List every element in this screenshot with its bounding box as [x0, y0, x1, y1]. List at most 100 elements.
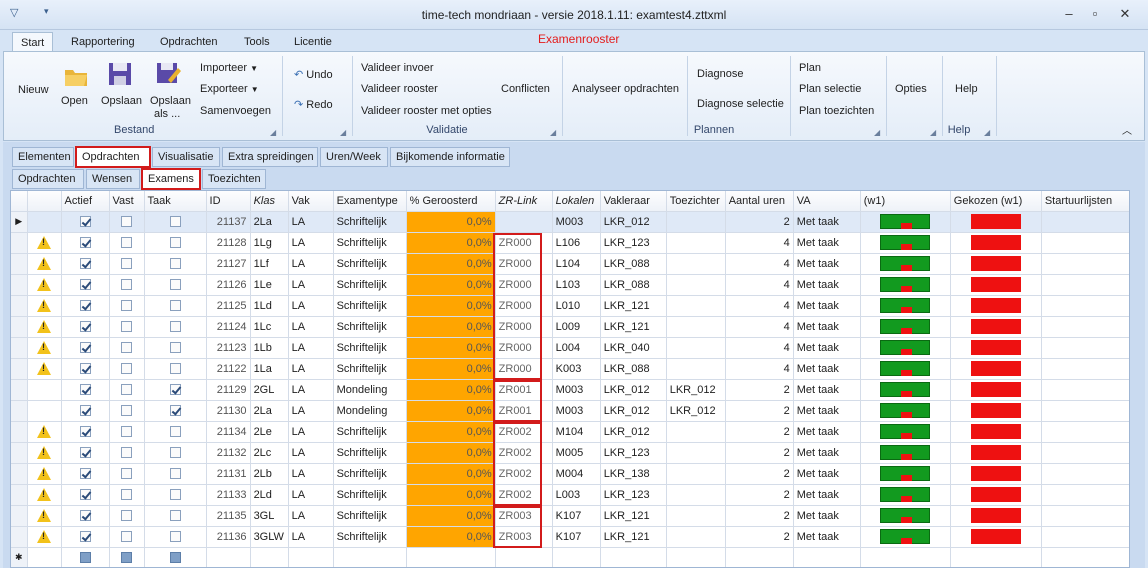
aantal-uren-cell[interactable]: 2	[725, 484, 794, 506]
startuurlijsten-cell[interactable]	[1041, 484, 1129, 506]
toezichter-cell[interactable]	[666, 253, 726, 275]
toezichter-cell[interactable]	[666, 421, 726, 443]
table-row[interactable]: 211271LfLASchriftelijk0,0%ZR000L104LKR_0…	[11, 253, 1129, 275]
gekozen-w1-cell[interactable]	[950, 316, 1042, 338]
vak-cell[interactable]: LA	[288, 505, 334, 527]
examentype-cell[interactable]: Schriftelijk	[333, 463, 407, 485]
klas-cell[interactable]: 2La	[250, 211, 289, 233]
tab-tools[interactable]: Tools	[236, 32, 278, 53]
vast-cell[interactable]	[109, 274, 145, 296]
klas-cell[interactable]: 1Ld	[250, 295, 289, 317]
taak-cell[interactable]	[144, 484, 207, 506]
vast-checkbox[interactable]	[121, 384, 133, 396]
actief-checkbox[interactable]	[79, 300, 91, 312]
startuurlijsten-cell[interactable]	[1041, 232, 1129, 254]
vast-checkbox[interactable]	[121, 363, 133, 375]
actief-cell[interactable]	[61, 484, 110, 506]
save-disk-icon[interactable]	[106, 60, 134, 88]
actief-cell[interactable]	[61, 337, 110, 359]
toezichter-cell[interactable]	[666, 274, 726, 296]
vakleraar-cell[interactable]: LKR_121	[600, 316, 667, 338]
taak-checkbox[interactable]	[169, 447, 181, 459]
taak-cell[interactable]	[144, 400, 207, 422]
actief-checkbox[interactable]	[79, 321, 91, 333]
vast-checkbox[interactable]	[121, 237, 133, 249]
examentype-cell[interactable]: Schriftelijk	[333, 316, 407, 338]
importeer-dropdown[interactable]: Importeer ▼	[200, 62, 258, 74]
row-indicator[interactable]	[11, 463, 28, 485]
gekozen-w1-cell[interactable]	[950, 442, 1042, 464]
gekozen-w1-cell[interactable]	[950, 421, 1042, 443]
toezichter-cell[interactable]	[666, 505, 726, 527]
w1-cell[interactable]	[860, 253, 951, 275]
id-cell[interactable]: 21130	[206, 400, 251, 422]
aantal-uren-cell[interactable]: 2	[725, 505, 794, 527]
vast-checkbox[interactable]	[121, 216, 133, 228]
taak-checkbox[interactable]	[169, 510, 181, 522]
lokalen-cell[interactable]: L106	[552, 232, 601, 254]
va-cell[interactable]: Met taak	[793, 442, 861, 464]
col-header-id[interactable]: ID	[206, 191, 251, 212]
taak-cell[interactable]	[144, 211, 207, 233]
actief-cell[interactable]	[61, 505, 110, 527]
taak-checkbox[interactable]	[169, 426, 181, 438]
klas-cell[interactable]: 1Lf	[250, 253, 289, 275]
geroosterd-cell[interactable]: 0,0%	[406, 505, 496, 527]
table-row[interactable]: 211353GLLASchriftelijk0,0%ZR003K107LKR_1…	[11, 505, 1129, 527]
taak-cell[interactable]	[144, 421, 207, 443]
aantal-uren-cell[interactable]: 4	[725, 358, 794, 380]
id-cell[interactable]: 21124	[206, 316, 251, 338]
taak-cell[interactable]	[144, 526, 207, 548]
taak-cell[interactable]	[144, 442, 207, 464]
vast-cell[interactable]	[109, 526, 145, 548]
aantal-uren-cell[interactable]: 4	[725, 337, 794, 359]
empty-cell[interactable]	[860, 547, 951, 567]
examentype-cell[interactable]: Schriftelijk	[333, 526, 407, 548]
startuurlijsten-cell[interactable]	[1041, 379, 1129, 401]
vak-cell[interactable]: LA	[288, 211, 334, 233]
samenvoegen-button[interactable]: Samenvoegen	[200, 105, 271, 117]
klas-cell[interactable]: 1Le	[250, 274, 289, 296]
gekozen-w1-cell[interactable]	[950, 526, 1042, 548]
vast-cell[interactable]	[109, 421, 145, 443]
actief-checkbox[interactable]	[79, 468, 91, 480]
vast-cell[interactable]	[109, 211, 145, 233]
w1-cell[interactable]	[860, 400, 951, 422]
vakleraar-cell[interactable]: LKR_123	[600, 484, 667, 506]
open-button[interactable]: Open	[61, 95, 88, 107]
col-header-gekozen-w1[interactable]: Gekozen (w1)	[950, 191, 1042, 212]
vak-cell[interactable]: LA	[288, 232, 334, 254]
gekozen-w1-cell[interactable]	[950, 295, 1042, 317]
w1-cell[interactable]	[860, 358, 951, 380]
examentype-cell[interactable]: Schriftelijk	[333, 232, 407, 254]
vak-cell[interactable]: LA	[288, 274, 334, 296]
aantal-uren-cell[interactable]: 2	[725, 442, 794, 464]
col-header-aantal-uren[interactable]: Aantal uren	[725, 191, 794, 212]
w1-cell[interactable]	[860, 505, 951, 527]
taak-checkbox[interactable]	[169, 237, 181, 249]
taak-cell[interactable]	[144, 274, 207, 296]
vast-cell[interactable]	[109, 400, 145, 422]
actief-checkbox[interactable]	[79, 258, 91, 270]
col-header-vakleraar[interactable]: Vakleraar	[600, 191, 667, 212]
actief-cell[interactable]	[61, 526, 110, 548]
diagnose-button[interactable]: Diagnose	[697, 68, 743, 80]
table-row[interactable]: 211363GLWLASchriftelijk0,0%ZR003K107LKR_…	[11, 526, 1129, 548]
id-cell[interactable]: 21133	[206, 484, 251, 506]
startuurlijsten-cell[interactable]	[1041, 421, 1129, 443]
examentype-cell[interactable]: Schriftelijk	[333, 253, 407, 275]
klas-cell[interactable]: 2GL	[250, 379, 289, 401]
open-folder-icon[interactable]	[62, 62, 90, 90]
help-button[interactable]: Help	[955, 83, 978, 95]
toezichter-cell[interactable]	[666, 463, 726, 485]
actief-cell[interactable]	[61, 379, 110, 401]
vakleraar-cell[interactable]: LKR_012	[600, 379, 667, 401]
va-cell[interactable]: Met taak	[793, 400, 861, 422]
lokalen-cell[interactable]: L004	[552, 337, 601, 359]
taak-cell[interactable]	[144, 232, 207, 254]
actief-cell[interactable]	[61, 316, 110, 338]
examentype-cell[interactable]: Schriftelijk	[333, 337, 407, 359]
valideer-opties-button[interactable]: Valideer rooster met opties	[361, 105, 492, 117]
warn-header[interactable]	[27, 191, 62, 212]
tab-opdrachten[interactable]: Opdrachten	[75, 146, 151, 168]
